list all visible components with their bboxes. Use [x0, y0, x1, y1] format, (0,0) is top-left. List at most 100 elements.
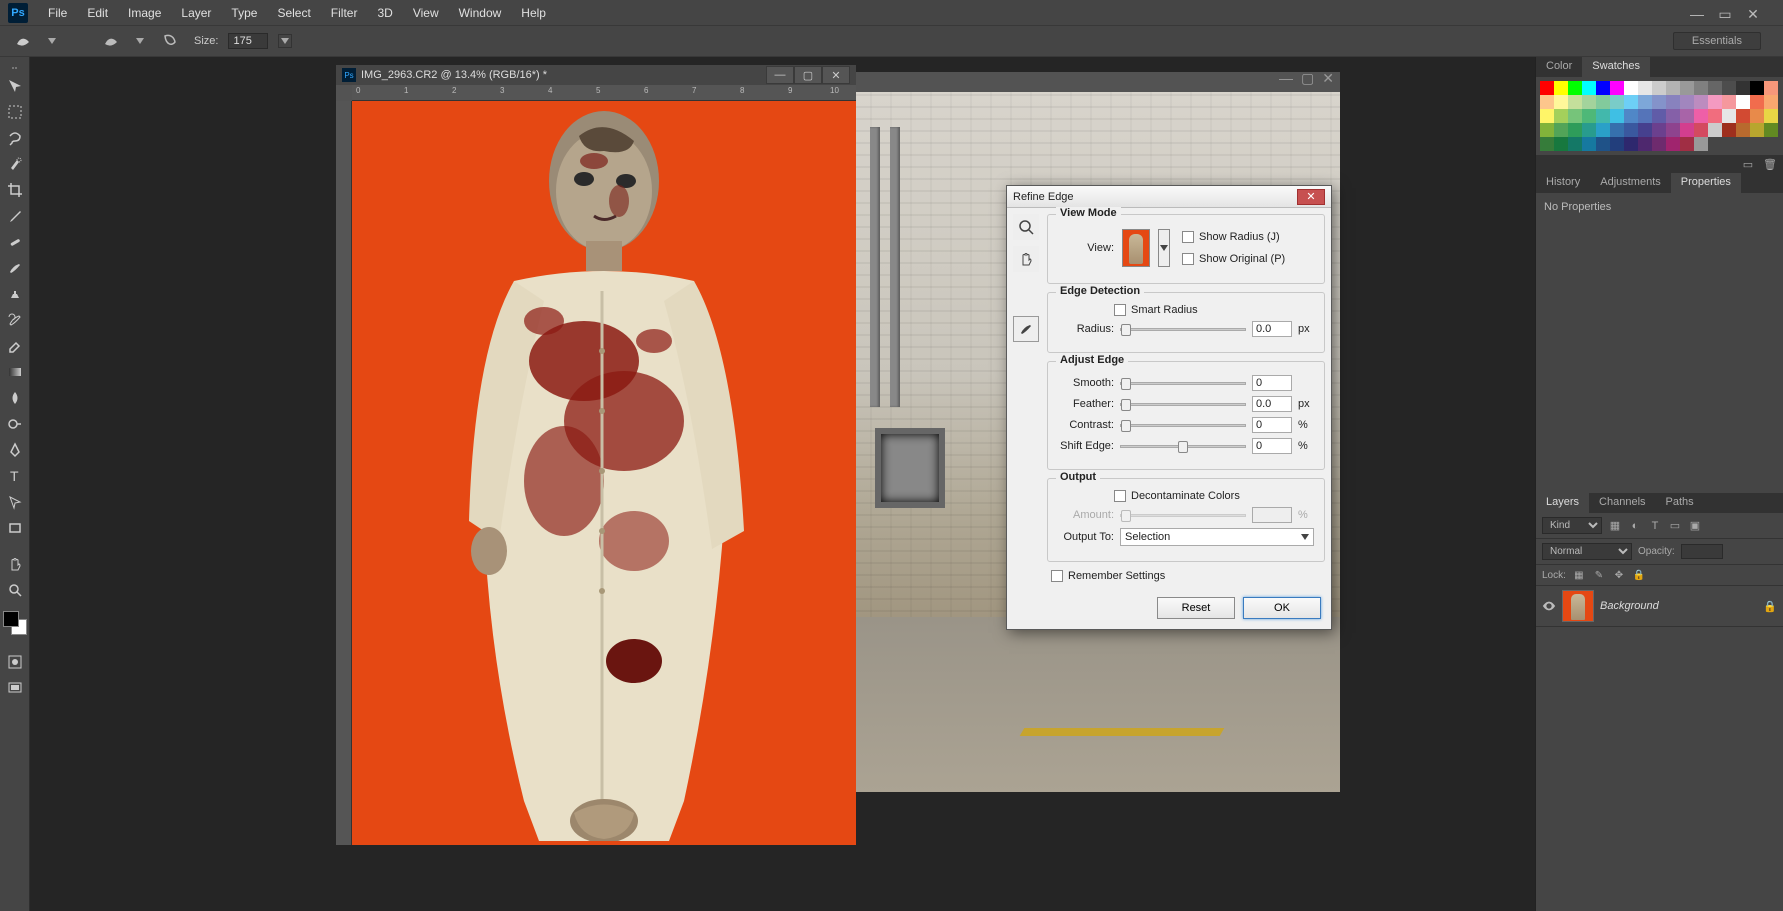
history-brush-tool-icon[interactable] [1, 308, 29, 332]
history-tab[interactable]: History [1536, 173, 1590, 193]
color-tab[interactable]: Color [1536, 57, 1582, 77]
swatch[interactable] [1610, 137, 1624, 151]
lock-position-icon[interactable]: ✥ [1612, 568, 1626, 582]
dialog-close-button[interactable]: ✕ [1297, 189, 1325, 205]
swatch[interactable] [1582, 137, 1596, 151]
menu-type[interactable]: Type [221, 2, 267, 24]
menu-edit[interactable]: Edit [77, 2, 118, 24]
paths-tab[interactable]: Paths [1656, 493, 1704, 513]
swatch[interactable] [1652, 123, 1666, 137]
pen-tool-icon[interactable] [1, 438, 29, 462]
swatch[interactable] [1736, 95, 1750, 109]
lock-all-icon[interactable]: 🔒 [1632, 568, 1646, 582]
brush-picker-dropdown-icon[interactable] [136, 35, 146, 47]
menu-window[interactable]: Window [449, 2, 512, 24]
swatch[interactable] [1680, 81, 1694, 95]
smart-radius-checkbox[interactable] [1114, 304, 1126, 316]
marquee-tool-icon[interactable] [1, 100, 29, 124]
swatch[interactable] [1638, 95, 1652, 109]
feather-input[interactable] [1252, 396, 1292, 412]
doc2-maximize-icon[interactable]: ▢ [1301, 70, 1314, 87]
swatch[interactable] [1708, 95, 1722, 109]
type-tool-icon[interactable]: T [1, 464, 29, 488]
feather-slider[interactable] [1120, 403, 1246, 406]
swatch[interactable] [1582, 123, 1596, 137]
doc-minimize-button[interactable]: — [766, 66, 794, 84]
swatch[interactable] [1596, 81, 1610, 95]
swatch[interactable] [1652, 109, 1666, 123]
swatch[interactable] [1596, 137, 1610, 151]
foreground-background-colors[interactable] [3, 611, 27, 635]
swatch[interactable] [1694, 81, 1708, 95]
filter-adjustment-icon[interactable]: ◐ [1628, 519, 1642, 533]
layer-lock-icon[interactable]: 🔒 [1763, 599, 1777, 613]
swatch[interactable] [1624, 95, 1638, 109]
swatch[interactable] [1638, 137, 1652, 151]
swatch[interactable] [1694, 137, 1708, 151]
current-tool-icon[interactable] [10, 30, 38, 52]
swatch[interactable] [1624, 137, 1638, 151]
lock-transparent-icon[interactable]: ▦ [1572, 568, 1586, 582]
shift-edge-slider[interactable] [1120, 445, 1246, 448]
brush-size-input[interactable] [228, 33, 268, 49]
eyedropper-tool-icon[interactable] [1, 204, 29, 228]
menu-3d[interactable]: 3D [367, 2, 402, 24]
swatch[interactable] [1624, 123, 1638, 137]
lock-paint-icon[interactable]: ✎ [1592, 568, 1606, 582]
shift-edge-input[interactable] [1252, 438, 1292, 454]
properties-tab[interactable]: Properties [1671, 173, 1741, 193]
filter-type-icon[interactable]: T [1648, 519, 1662, 533]
swatch[interactable] [1666, 109, 1680, 123]
view-mode-thumbnail[interactable] [1122, 229, 1150, 267]
swatch[interactable] [1568, 137, 1582, 151]
quick-mask-icon[interactable] [1, 650, 29, 674]
swatch[interactable] [1610, 109, 1624, 123]
swatch[interactable] [1680, 109, 1694, 123]
swatch[interactable] [1750, 109, 1764, 123]
move-tool-icon[interactable] [1, 74, 29, 98]
quick-selection-tool-icon[interactable] [1, 152, 29, 176]
swatch[interactable] [1666, 137, 1680, 151]
filter-shape-icon[interactable]: ▭ [1668, 519, 1682, 533]
eraser-tool-icon[interactable] [1, 334, 29, 358]
reset-button[interactable]: Reset [1157, 597, 1235, 619]
swatch[interactable] [1680, 123, 1694, 137]
swatch[interactable] [1694, 95, 1708, 109]
smooth-slider[interactable] [1120, 382, 1246, 385]
smooth-input[interactable] [1252, 375, 1292, 391]
zoom-tool-icon[interactable] [1, 578, 29, 602]
swatch[interactable] [1568, 95, 1582, 109]
blur-tool-icon[interactable] [1, 386, 29, 410]
swatch[interactable] [1554, 81, 1568, 95]
channels-tab[interactable]: Channels [1589, 493, 1655, 513]
menu-layer[interactable]: Layer [171, 2, 221, 24]
gradient-tool-icon[interactable] [1, 360, 29, 384]
show-original-checkbox[interactable] [1182, 253, 1194, 265]
ok-button[interactable]: OK [1243, 597, 1321, 619]
swatch[interactable] [1554, 95, 1568, 109]
remember-settings-checkbox[interactable] [1051, 570, 1063, 582]
layer-name[interactable]: Background [1600, 600, 1659, 612]
swatch[interactable] [1638, 81, 1652, 95]
swatch[interactable] [1540, 95, 1554, 109]
swatch[interactable] [1764, 109, 1778, 123]
swatch[interactable] [1722, 95, 1736, 109]
swatch[interactable] [1624, 81, 1638, 95]
radius-input[interactable] [1252, 321, 1292, 337]
contrast-slider[interactable] [1120, 424, 1246, 427]
refine-radius-tool-icon[interactable] [1013, 316, 1039, 342]
blend-mode-select[interactable]: Normal [1542, 543, 1632, 560]
swatch[interactable] [1652, 81, 1666, 95]
swatch[interactable] [1582, 95, 1596, 109]
swatch[interactable] [1652, 95, 1666, 109]
menu-select[interactable]: Select [267, 2, 320, 24]
menu-help[interactable]: Help [511, 2, 556, 24]
swatch[interactable] [1708, 109, 1722, 123]
swatch[interactable] [1596, 123, 1610, 137]
swatch[interactable] [1540, 109, 1554, 123]
swatch[interactable] [1554, 137, 1568, 151]
swatch[interactable] [1540, 123, 1554, 137]
swatch[interactable] [1582, 81, 1596, 95]
swatch[interactable] [1694, 109, 1708, 123]
swatch[interactable] [1722, 81, 1736, 95]
